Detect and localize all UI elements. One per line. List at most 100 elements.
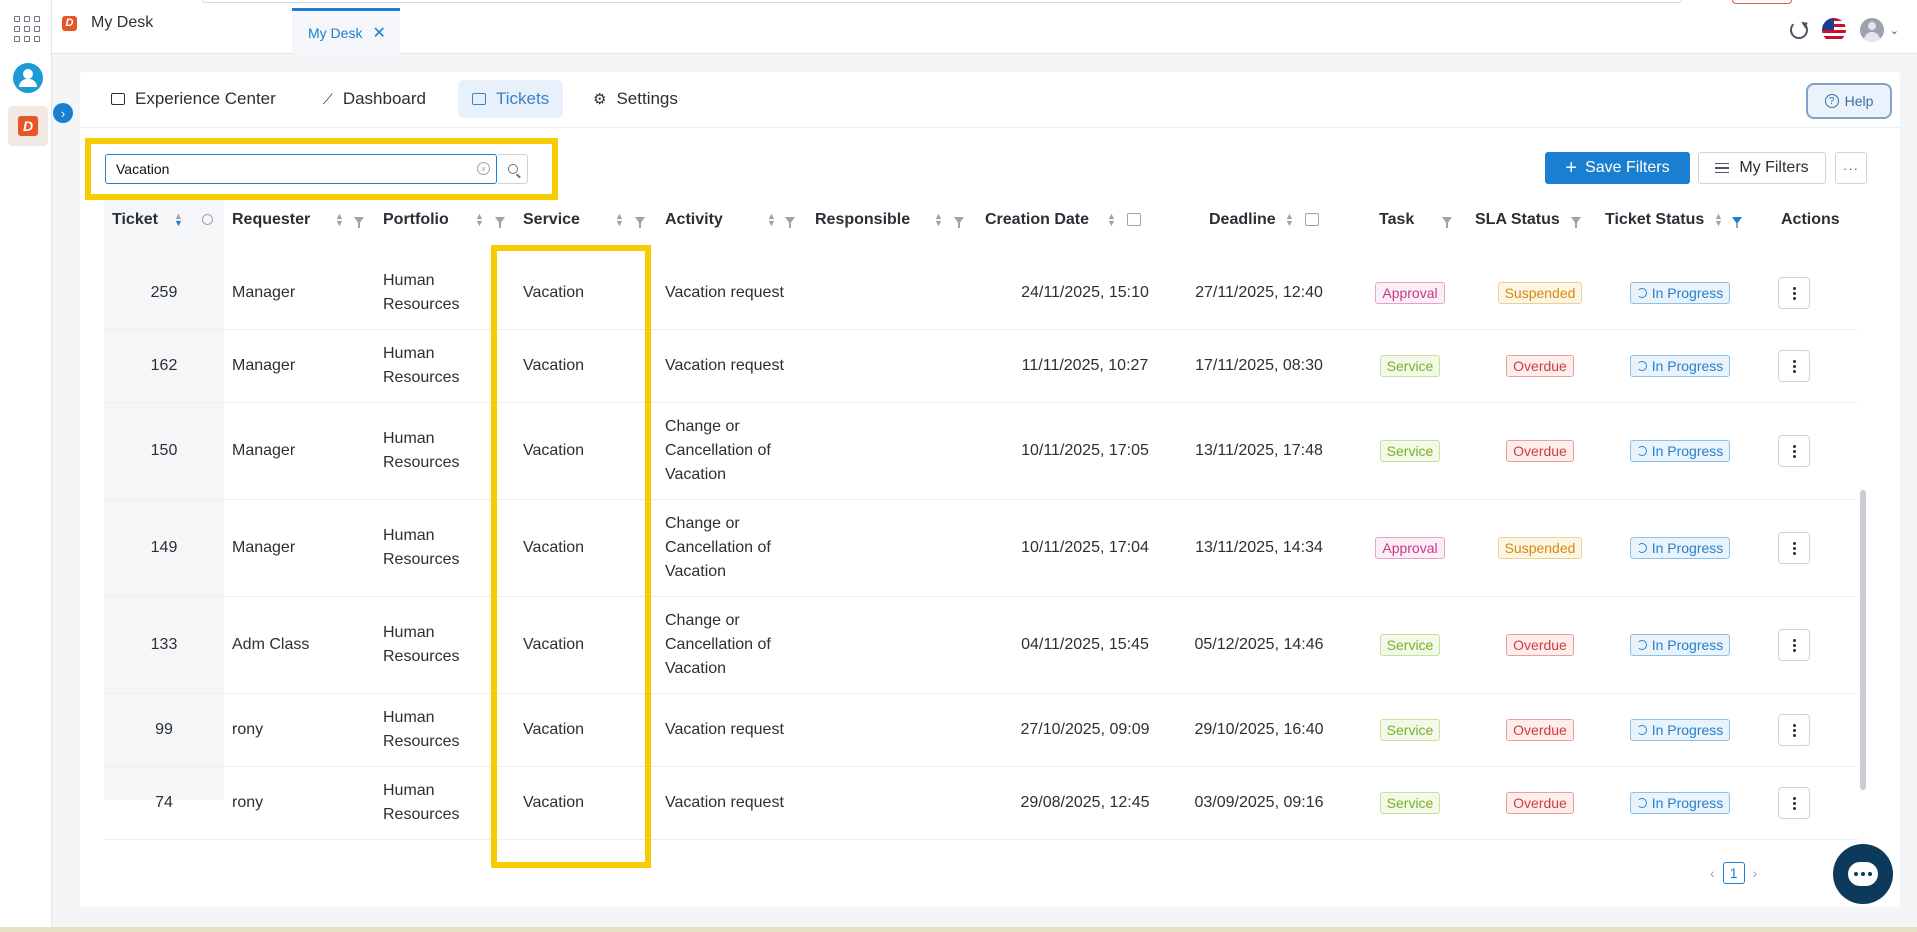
task-badge: Service: [1379, 440, 1441, 462]
my-filters-button[interactable]: My Filters: [1698, 152, 1826, 184]
filter-icon[interactable]: [785, 217, 795, 228]
row-menu-button[interactable]: [1778, 787, 1810, 819]
filter-icon[interactable]: [354, 217, 364, 228]
desk-app-icon[interactable]: D: [8, 106, 48, 146]
calendar-icon[interactable]: [1127, 213, 1141, 226]
next-page-icon[interactable]: ›: [1753, 865, 1758, 881]
cell-deadline: 13/11/2025, 14:34: [1195, 539, 1323, 556]
filter-active-icon[interactable]: [1732, 217, 1742, 228]
search-icon[interactable]: [202, 214, 213, 225]
sort-icon[interactable]: ▲ ▼: [1714, 212, 1723, 228]
sort-icon[interactable]: ▲ ▼: [1285, 212, 1294, 228]
col-responsible[interactable]: Responsible ▲ ▼: [807, 200, 977, 240]
close-tab-icon[interactable]: ✕: [372, 23, 385, 43]
filter-icon[interactable]: [635, 217, 645, 228]
home-tab[interactable]: D My Desk: [62, 14, 153, 32]
cell-sla: Suspended: [1480, 257, 1600, 329]
table-row[interactable]: 150 Manager Human Resources Vacation Cha…: [104, 403, 1858, 500]
nav-tickets[interactable]: Tickets: [458, 80, 564, 118]
cell-portfolio: Human Resources: [383, 624, 460, 665]
col-task[interactable]: Task: [1337, 200, 1467, 240]
col-ticket[interactable]: Ticket ▲ ▼: [104, 200, 224, 240]
table-row[interactable]: 259 Manager Human Resources Vacation Vac…: [104, 257, 1858, 330]
cell-ticket[interactable]: 133: [104, 597, 224, 693]
sort-icon[interactable]: ▲ ▼: [615, 212, 624, 228]
row-menu-button[interactable]: [1778, 629, 1810, 661]
row-menu-button[interactable]: [1778, 350, 1810, 382]
cell-service: Vacation: [523, 539, 585, 556]
cell-creation-date: 27/10/2025, 09:09: [1020, 721, 1150, 738]
col-activity[interactable]: Activity ▲ ▼: [657, 200, 807, 240]
gear-icon: ⚙: [593, 91, 607, 108]
table-row[interactable]: 74 rony Human Resources Vacation Vacatio…: [104, 767, 1858, 840]
sort-icon[interactable]: ▲ ▼: [934, 212, 943, 228]
col-creation-date[interactable]: Creation Date ▲ ▼: [977, 200, 1157, 240]
sync-icon: [1636, 798, 1647, 808]
nav-experience-center[interactable]: Experience Center: [97, 80, 290, 118]
cell-ticket[interactable]: 162: [104, 330, 224, 402]
avatar[interactable]: [1859, 18, 1884, 42]
cell-activity: Change or Cancellation of Vacation: [665, 612, 771, 677]
col-portfolio[interactable]: Portfolio ▲ ▼: [375, 200, 515, 240]
filter-icon[interactable]: [1442, 217, 1452, 228]
more-options-button[interactable]: ···: [1835, 152, 1867, 184]
row-menu-button[interactable]: [1778, 714, 1810, 746]
calendar-icon[interactable]: [1305, 213, 1319, 226]
refresh-icon[interactable]: [1789, 21, 1808, 39]
cell-ticket[interactable]: 74: [104, 767, 224, 839]
filter-icon[interactable]: [495, 217, 505, 228]
us-flag-icon[interactable]: [1821, 18, 1846, 42]
cell-ticket[interactable]: 99: [104, 694, 224, 766]
sync-icon: [1636, 288, 1647, 298]
nav-label: Settings: [616, 89, 678, 108]
user-icon[interactable]: [13, 63, 43, 93]
col-deadline[interactable]: Deadline ▲ ▼: [1157, 200, 1337, 240]
apps-grid-icon[interactable]: [14, 16, 40, 42]
table-row[interactable]: 99 rony Human Resources Vacation Vacatio…: [104, 694, 1858, 767]
table-row[interactable]: 162 Manager Human Resources Vacation Vac…: [104, 330, 1858, 403]
chat-button[interactable]: [1833, 844, 1893, 904]
search-highlight-box: ×: [85, 138, 558, 200]
col-actions: Actions: [1757, 200, 1857, 240]
ticket-icon: [472, 93, 486, 105]
sort-icon[interactable]: ▲ ▼: [767, 212, 776, 228]
table-row[interactable]: 149 Manager Human Resources Vacation Cha…: [104, 500, 1858, 597]
nav-settings[interactable]: ⚙ Settings: [579, 80, 692, 118]
row-menu-button[interactable]: [1778, 277, 1810, 309]
home-tab-label: My Desk: [91, 14, 154, 31]
cell-ticket[interactable]: 150: [104, 403, 224, 499]
expand-sidebar-button[interactable]: ›: [53, 103, 73, 123]
help-button[interactable]: ? Help: [1806, 83, 1892, 119]
chevron-down-icon[interactable]: ⌄: [1890, 24, 1899, 37]
cell-ticket[interactable]: 149: [104, 500, 224, 596]
row-menu-button[interactable]: [1778, 532, 1810, 564]
cell-deadline: 27/11/2025, 12:40: [1195, 284, 1323, 301]
sort-icon[interactable]: ▲ ▼: [174, 212, 183, 228]
col-ticket-status[interactable]: Ticket Status ▲ ▼: [1597, 200, 1757, 240]
status-text: In Progress: [1651, 540, 1724, 556]
table-scrollbar[interactable]: [1860, 490, 1866, 790]
filter-icon[interactable]: [1571, 217, 1581, 228]
sort-icon[interactable]: ▲ ▼: [1107, 212, 1116, 228]
table-row[interactable]: 133 Adm Class Human Resources Vacation C…: [104, 597, 1858, 694]
filter-icon[interactable]: [954, 217, 964, 228]
cell-task: Service: [1350, 330, 1470, 402]
search-input[interactable]: [105, 154, 497, 184]
cell-creation-date: 10/11/2025, 17:04: [1021, 539, 1149, 556]
cell-ticket[interactable]: 259: [104, 257, 224, 329]
save-filters-button[interactable]: + Save Filters: [1545, 152, 1690, 184]
sort-icon[interactable]: ▲ ▼: [475, 212, 484, 228]
clear-search-icon[interactable]: ×: [477, 162, 490, 175]
cell-actions: [1764, 597, 1824, 693]
col-requester[interactable]: Requester ▲ ▼: [224, 200, 375, 240]
sync-icon: [1636, 543, 1647, 553]
search-button[interactable]: [498, 154, 528, 184]
sort-icon[interactable]: ▲ ▼: [335, 212, 344, 228]
col-sla-status[interactable]: SLA Status: [1467, 200, 1597, 240]
row-menu-button[interactable]: [1778, 435, 1810, 467]
nav-dashboard[interactable]: ⟋ Dashboard: [309, 80, 440, 118]
col-service[interactable]: Service ▲ ▼: [515, 200, 657, 240]
prev-page-icon[interactable]: ‹: [1710, 865, 1715, 881]
tab-my-desk[interactable]: My Desk ✕: [292, 8, 400, 54]
page-number[interactable]: 1: [1722, 862, 1745, 884]
